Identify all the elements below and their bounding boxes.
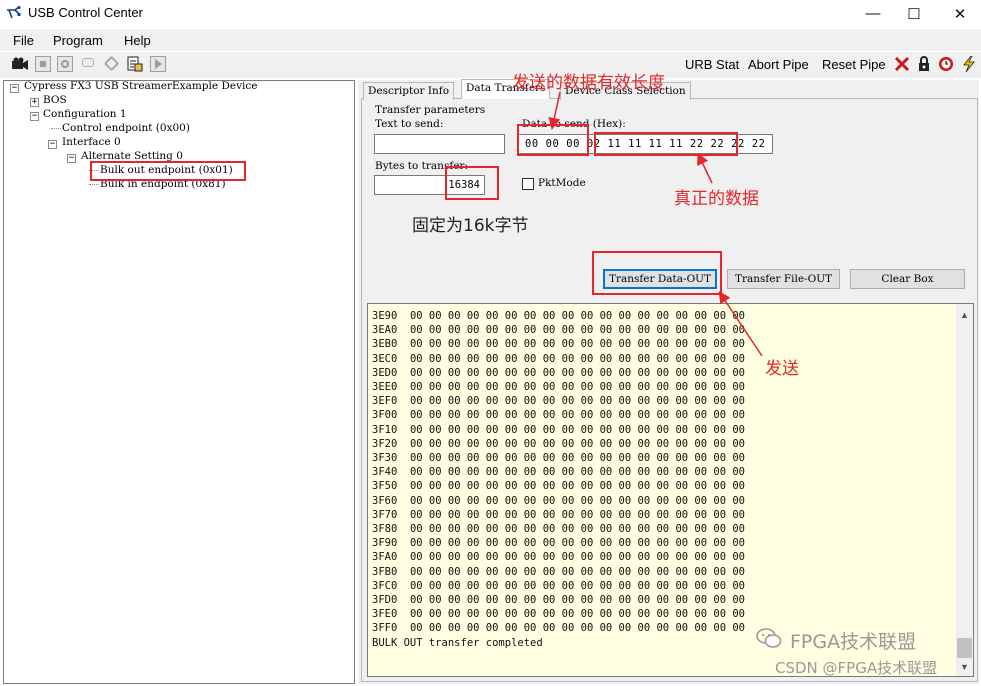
wechat-icon	[756, 628, 782, 648]
arrow-real-data	[697, 152, 713, 184]
arrow-send	[718, 291, 763, 357]
watermark-csdn: CSDN @FPGA技术联盟	[775, 659, 938, 677]
annotation-arrows	[548, 91, 763, 357]
arrow-valid-length	[548, 91, 561, 130]
watermark-wechat: FPGA技术联盟	[790, 631, 917, 653]
